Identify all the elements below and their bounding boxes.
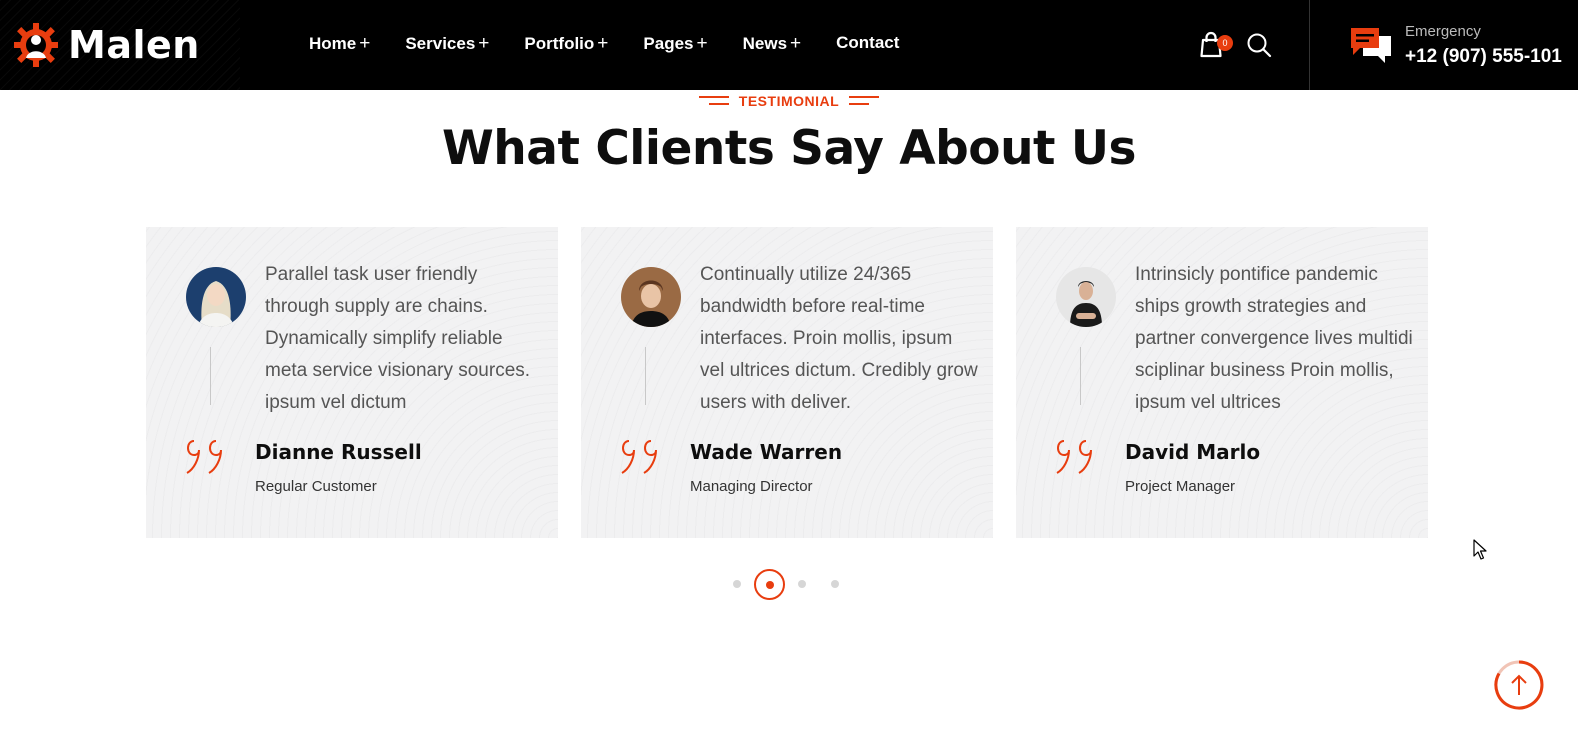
testimonial-text: Intrinsicly pontifice pandemic ships gro… xyxy=(1135,264,1413,413)
main-nav: Home + Services + Portfolio + Pages + News + … xyxy=(309,33,899,55)
nav-label: Pages xyxy=(643,34,694,53)
client-role: Project Manager xyxy=(1125,478,1236,495)
logo-area: Malen xyxy=(0,0,240,90)
nav-item-news[interactable]: News + xyxy=(743,33,802,55)
nav-label: Portfolio xyxy=(524,34,595,53)
pagination-dot-2-active[interactable] xyxy=(754,569,785,600)
nav-item-home[interactable]: Home + xyxy=(309,33,370,55)
nav-label: Contact xyxy=(836,33,900,52)
nav-item-portfolio[interactable]: Portfolio + xyxy=(524,33,608,55)
section-title: What Clients Say About Us xyxy=(441,121,1137,176)
divider-line xyxy=(645,347,646,405)
nav-label: Services xyxy=(405,34,476,53)
scroll-to-top-button[interactable] xyxy=(1493,659,1545,711)
arrow-up-icon xyxy=(1494,660,1544,710)
testimonial-text: Parallel task user friendly through supp… xyxy=(265,264,531,413)
testimonial-card: Intrinsicly pontifice pandemic ships gro… xyxy=(1016,227,1428,538)
left-decoration-icon xyxy=(698,96,729,105)
client-name: David Marlo xyxy=(1125,440,1261,464)
nav-item-services[interactable]: Services + xyxy=(405,33,489,55)
search-button[interactable] xyxy=(1245,31,1273,59)
site-header: Malen Home + Services + Portfolio + Pages + … xyxy=(0,0,1578,90)
avatar xyxy=(1056,267,1116,327)
quote-icon xyxy=(621,440,657,474)
pagination-dot-4[interactable] xyxy=(831,580,839,588)
plus-icon: + xyxy=(597,33,609,54)
mouse-cursor-icon xyxy=(1473,539,1487,560)
cart-button[interactable]: 0 xyxy=(1199,31,1233,61)
plus-icon: + xyxy=(478,33,490,54)
nav-label: Home xyxy=(309,34,357,53)
nav-item-contact[interactable]: Contact xyxy=(836,33,899,55)
pagination-dot-1[interactable] xyxy=(733,580,741,588)
quote-icon xyxy=(1056,440,1092,474)
emergency-label: Emergency xyxy=(1405,23,1481,40)
search-icon xyxy=(1247,33,1272,58)
quote-icon xyxy=(186,440,222,474)
brand-name: Malen xyxy=(68,23,200,67)
client-role: Managing Director xyxy=(690,478,813,495)
testimonial-card: Continually utilize 24/365 bandwidth bef… xyxy=(581,227,993,538)
nav-label: News xyxy=(742,34,788,53)
carousel-pagination xyxy=(730,568,850,600)
chat-bubbles-icon xyxy=(1351,28,1391,63)
nav-item-pages[interactable]: Pages + xyxy=(643,33,707,55)
gear-worker-icon xyxy=(14,23,58,67)
client-name: Wade Warren xyxy=(690,440,843,464)
client-role: Regular Customer xyxy=(255,478,377,495)
sub-label-text: TESTIMONIAL xyxy=(738,93,840,109)
divider-line xyxy=(1080,347,1081,405)
emergency-phone[interactable]: +12 (907) 555-101 xyxy=(1405,46,1562,68)
divider-line xyxy=(210,347,211,405)
client-name: Dianne Russell xyxy=(255,440,422,464)
pagination-dot-3[interactable] xyxy=(798,580,806,588)
cart-count-badge: 0 xyxy=(1217,35,1233,51)
testimonial-text: Continually utilize 24/365 bandwidth bef… xyxy=(700,264,978,413)
avatar xyxy=(621,267,681,327)
plus-icon: + xyxy=(359,33,371,54)
testimonial-card: Parallel task user friendly through supp… xyxy=(146,227,558,538)
header-divider xyxy=(1309,0,1310,90)
section-sub-label: TESTIMONIAL xyxy=(0,93,1578,109)
right-decoration-icon xyxy=(849,96,880,105)
plus-icon: + xyxy=(696,33,708,54)
logo[interactable]: Malen xyxy=(12,22,200,68)
avatar xyxy=(186,267,246,327)
plus-icon: + xyxy=(790,33,802,54)
